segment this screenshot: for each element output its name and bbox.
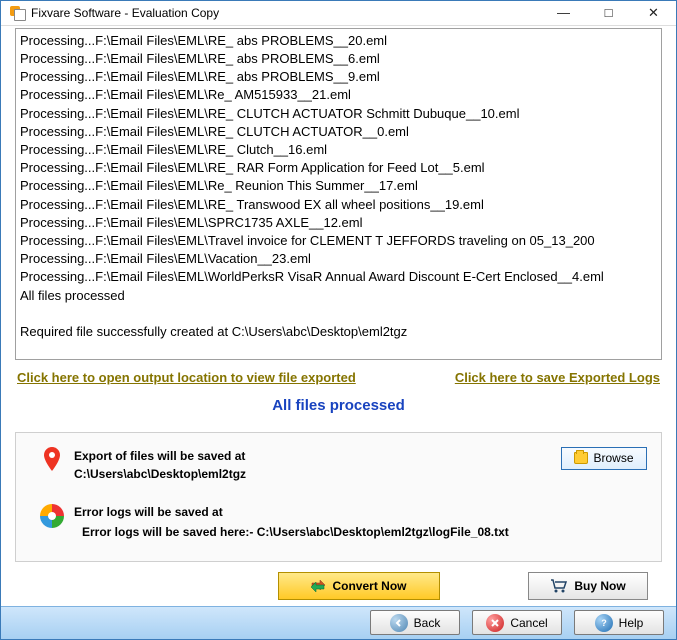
log-line: Required file successfully created at C:…	[20, 323, 657, 341]
log-line: Processing...F:\Email Files\EML\Vacation…	[20, 250, 657, 268]
log-line: Processing...F:\Email Files\EML\RE_ Clut…	[20, 141, 657, 159]
cancel-icon	[486, 614, 504, 632]
bottom-bar: Back Cancel ? Help	[1, 606, 676, 639]
buy-button[interactable]: Buy Now	[528, 572, 648, 600]
maximize-button[interactable]: □	[586, 1, 631, 25]
convert-button[interactable]: Convert Now	[278, 572, 440, 600]
log-line: Processing...F:\Email Files\EML\Re_ Reun…	[20, 177, 657, 195]
window-title: Fixvare Software - Evaluation Copy	[31, 6, 541, 20]
folder-icon	[574, 452, 588, 464]
cancel-label: Cancel	[510, 616, 547, 630]
back-label: Back	[414, 616, 441, 630]
back-icon	[390, 614, 408, 632]
log-line: Processing...F:\Email Files\EML\SPRC1735…	[20, 214, 657, 232]
convert-label: Convert Now	[332, 579, 406, 593]
wheel-icon	[39, 503, 65, 529]
log-line: Processing...F:\Email Files\EML\RE_ abs …	[20, 68, 657, 86]
status-text: All files processed	[15, 397, 662, 414]
log-line: All files processed	[20, 287, 657, 305]
minimize-button[interactable]: —	[541, 1, 586, 25]
paths-section: Export of files will be saved at C:\User…	[15, 432, 662, 562]
pin-icon	[42, 447, 62, 467]
log-line: Processing...F:\Email Files\EML\RE_ Tran…	[20, 196, 657, 214]
convert-icon	[310, 578, 326, 594]
browse-label: Browse	[593, 451, 633, 465]
help-label: Help	[619, 616, 644, 630]
log-line: Processing...F:\Email Files\EML\RE_ CLUT…	[20, 105, 657, 123]
log-line: Processing...F:\Email Files\EML\Re_ AM51…	[20, 86, 657, 104]
back-button[interactable]: Back	[370, 610, 460, 635]
log-output[interactable]: Processing...F:\Email Files\EML\RE_ abs …	[15, 28, 662, 360]
log-line: Processing...F:\Email Files\EML\RE_ abs …	[20, 32, 657, 50]
help-button[interactable]: ? Help	[574, 610, 664, 635]
log-line: Processing...F:\Email Files\EML\RE_ abs …	[20, 50, 657, 68]
log-line: Processing...F:\Email Files\EML\RE_ RAR …	[20, 159, 657, 177]
errorlog-detail: Error logs will be saved here:- C:\Users…	[74, 523, 647, 541]
log-line: Processing...F:\Email Files\EML\RE_ CLUT…	[20, 123, 657, 141]
help-icon: ?	[595, 614, 613, 632]
log-line: Processing...F:\Email Files\EML\WorldPer…	[20, 268, 657, 286]
log-line: Processing...F:\Email Files\EML\Travel i…	[20, 232, 657, 250]
open-output-link[interactable]: Click here to open output location to vi…	[17, 370, 356, 385]
close-button[interactable]: ✕	[631, 1, 676, 25]
export-path: C:\Users\abc\Desktop\eml2tgz	[74, 467, 246, 481]
svg-text:?: ?	[601, 618, 607, 628]
titlebar: Fixvare Software - Evaluation Copy — □ ✕	[1, 1, 676, 26]
browse-button[interactable]: Browse	[561, 447, 647, 470]
app-icon	[9, 5, 25, 21]
buy-label: Buy Now	[574, 579, 625, 593]
cancel-button[interactable]: Cancel	[472, 610, 562, 635]
errorlog-label: Error logs will be saved at	[74, 505, 223, 519]
log-line	[20, 305, 657, 323]
export-label: Export of files will be saved at	[74, 449, 245, 463]
save-logs-link[interactable]: Click here to save Exported Logs	[455, 370, 660, 385]
cart-icon	[550, 579, 568, 593]
